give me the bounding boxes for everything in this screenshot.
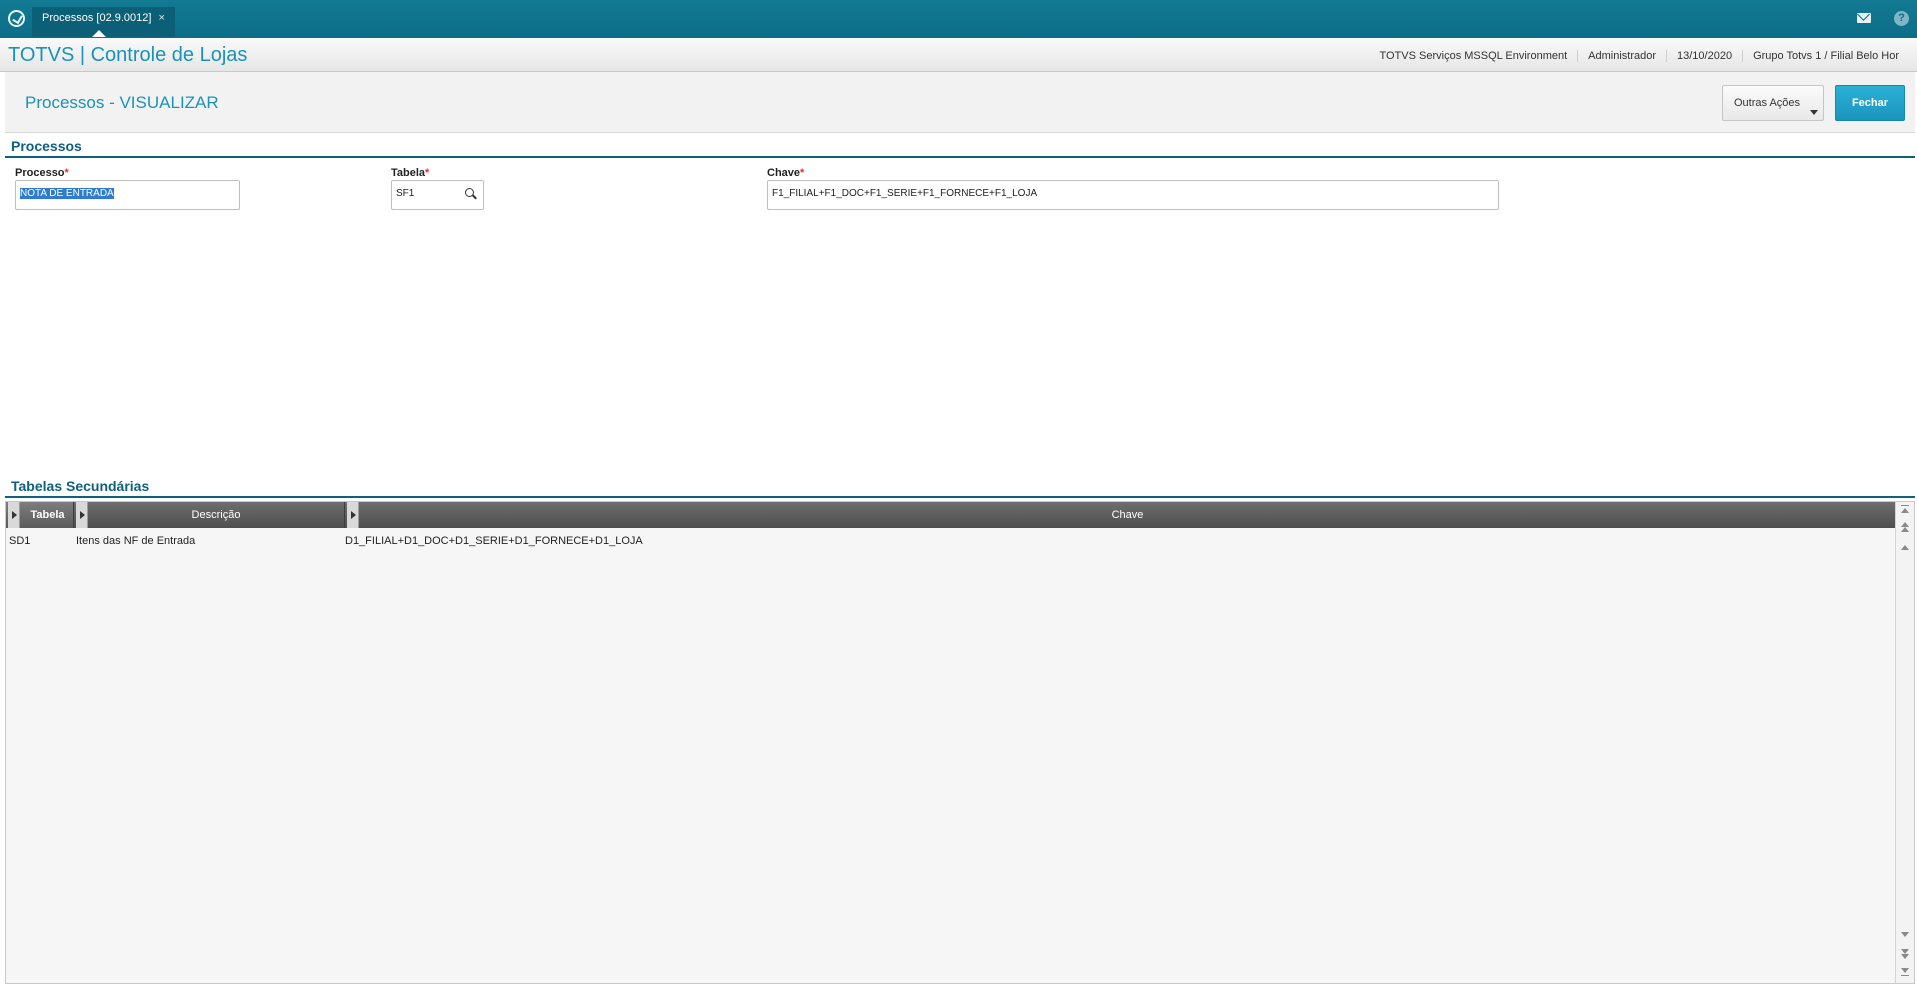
section-title-tabelas-secundarias: Tabelas Secundárias [11, 478, 150, 494]
search-icon[interactable] [465, 188, 476, 199]
chave-label: Chave* [767, 167, 804, 179]
cell-tabela: SD1 [9, 535, 31, 547]
app-title: TOTVS | Controle de Lojas [8, 44, 248, 66]
branch-label: Grupo Totvs 1 / Filial Belo Hor [1742, 50, 1909, 62]
processo-value: NOTA DE ENTRADA [20, 188, 114, 199]
chave-value: F1_FILIAL+F1_DOC+F1_SERIE+F1_FORNECE+F1_… [772, 188, 1038, 199]
top-bar: Processos [02.9.0012] × ? [0, 0, 1917, 38]
help-icon[interactable]: ? [1894, 11, 1909, 26]
column-header-descricao[interactable]: Descrição [74, 502, 345, 528]
tab-label: Processos [02.9.0012] [42, 12, 152, 24]
section-divider [5, 156, 1915, 158]
cell-chave: D1_FILIAL+D1_DOC+D1_SERIE+D1_FORNECE+D1_… [345, 535, 643, 547]
column-header-tabela[interactable]: Tabela [6, 502, 74, 528]
tabela-value: SF1 [396, 188, 415, 199]
app-header: TOTVS | Controle de Lojas TOTVS Serviços… [0, 38, 1917, 72]
scroll-page-down-icon[interactable] [1899, 949, 1911, 963]
outras-acoes-button[interactable]: Outras Ações [1722, 85, 1824, 121]
grid-header: Tabela Descrição Chave [6, 502, 1896, 528]
column-header-label: Chave [1111, 509, 1144, 521]
column-header-label: Tabela [30, 509, 65, 521]
required-marker: * [425, 167, 430, 179]
scroll-bottom-icon[interactable] [1899, 968, 1911, 982]
mail-icon[interactable] [1857, 13, 1871, 23]
processo-input[interactable]: NOTA DE ENTRADA [15, 180, 240, 210]
vertical-scrollbar[interactable] [1895, 502, 1914, 983]
page-title: Processos - VISUALIZAR [25, 93, 219, 112]
active-tab-pointer-icon [92, 30, 106, 37]
processo-label: Processo* [15, 167, 69, 179]
date-label: 13/10/2020 [1666, 50, 1742, 62]
header-info: TOTVS Serviços MSSQL Environment Adminis… [1369, 50, 1909, 62]
column-handle-icon[interactable] [76, 502, 88, 528]
page-head: Processos - VISUALIZAR Outras Ações Fech… [5, 72, 1915, 133]
tabela-label-text: Tabela [391, 167, 426, 179]
tab-close-icon[interactable]: × [159, 12, 165, 24]
tabela-label: Tabela* [391, 167, 429, 179]
caret-down-icon [1810, 110, 1818, 115]
cell-descricao: Itens das NF de Entrada [76, 535, 196, 547]
column-header-label: Descrição [191, 509, 241, 521]
tabela-input[interactable]: SF1 [391, 180, 484, 210]
column-handle-icon[interactable] [347, 502, 359, 528]
chave-input[interactable]: F1_FILIAL+F1_DOC+F1_SERIE+F1_FORNECE+F1_… [767, 180, 1499, 210]
outras-acoes-label: Outras Ações [1734, 97, 1801, 109]
chave-label-text: Chave [767, 167, 801, 179]
required-marker: * [64, 167, 69, 179]
section-divider [5, 496, 1915, 498]
scroll-up-icon[interactable] [1899, 543, 1911, 557]
scroll-down-icon[interactable] [1899, 930, 1911, 944]
environment-label: TOTVS Serviços MSSQL Environment [1379, 50, 1568, 62]
column-handle-icon[interactable] [8, 502, 20, 528]
table-row[interactable]: SD1 Itens das NF de Entrada D1_FILIAL+D1… [6, 532, 1896, 552]
fechar-button[interactable]: Fechar [1835, 85, 1905, 121]
required-marker: * [800, 167, 805, 179]
user-label: Administrador [1577, 50, 1666, 62]
column-header-chave[interactable]: Chave [345, 502, 1896, 528]
scroll-page-up-icon[interactable] [1899, 522, 1911, 536]
totvs-logo-icon[interactable] [8, 10, 25, 27]
secondary-tables-grid: Tabela Descrição Chave SD1 Itens das NF … [5, 501, 1915, 984]
scroll-top-icon[interactable] [1899, 505, 1911, 519]
processo-label-text: Processo [15, 167, 65, 179]
section-title-processos: Processos [11, 138, 82, 154]
